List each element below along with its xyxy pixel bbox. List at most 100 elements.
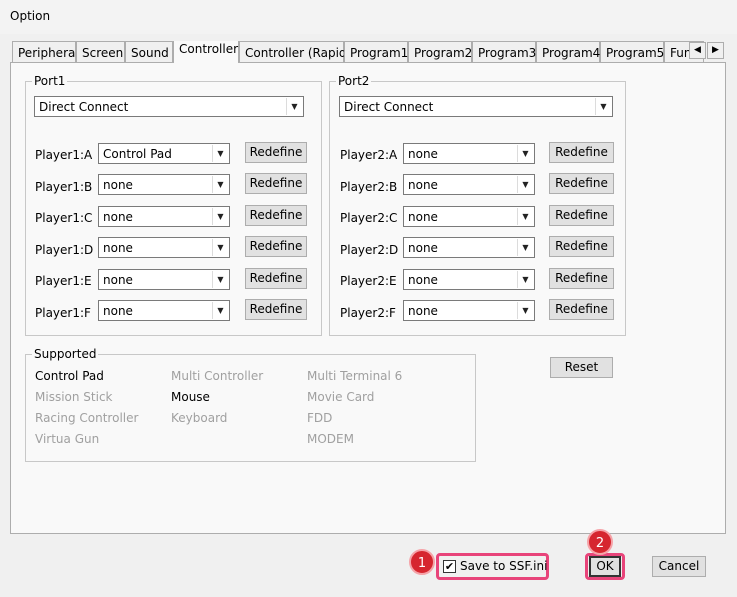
port2-mode-select[interactable]: Direct Connect ▼ xyxy=(339,96,613,117)
player1-b-label: Player1:B xyxy=(35,180,93,194)
player2-d-value: none xyxy=(408,241,438,255)
supported-label: Supported xyxy=(32,347,99,361)
chevron-down-icon: ▼ xyxy=(212,302,228,319)
tab-scroll-left-icon[interactable]: ◀ xyxy=(689,42,706,59)
player1-b-redefine-button[interactable]: Redefine xyxy=(245,173,307,194)
player2-c-label: Player2:C xyxy=(340,211,398,225)
supported-racing-controller: Racing Controller xyxy=(35,411,139,425)
chevron-down-icon: ▼ xyxy=(212,239,228,256)
supported-multi-terminal-6: Multi Terminal 6 xyxy=(307,369,403,383)
reset-button[interactable]: Reset xyxy=(550,357,613,378)
player2-a-label: Player2:A xyxy=(340,148,398,162)
chevron-down-icon: ▼ xyxy=(212,145,228,162)
player1-d-value: none xyxy=(103,241,133,255)
player2-f-select[interactable]: none ▼ xyxy=(403,300,535,321)
port1-mode-select[interactable]: Direct Connect ▼ xyxy=(34,96,304,117)
chevron-down-icon: ▼ xyxy=(517,176,533,193)
player1-a-select[interactable]: Control Pad ▼ xyxy=(98,143,230,164)
supported-modem: MODEM xyxy=(307,432,354,446)
supported-multi-controller: Multi Controller xyxy=(171,369,264,383)
save-checkbox[interactable]: ✔ xyxy=(443,560,456,573)
player2-c-value: none xyxy=(408,210,438,224)
player2-f-redefine-button[interactable]: Redefine xyxy=(549,299,614,320)
player1-d-redefine-button[interactable]: Redefine xyxy=(245,236,307,257)
chevron-down-icon: ▼ xyxy=(212,208,228,225)
port2-mode-value: Direct Connect xyxy=(344,100,434,114)
supported-movie-card: Movie Card xyxy=(307,390,375,404)
player2-e-redefine-button[interactable]: Redefine xyxy=(549,268,614,289)
supported-control-pad: Control Pad xyxy=(35,369,104,383)
player2-e-value: none xyxy=(408,273,438,287)
player2-a-select[interactable]: none ▼ xyxy=(403,143,535,164)
save-checkbox-label[interactable]: Save to SSF.ini xyxy=(460,559,547,573)
tab-scroll-right-icon[interactable]: ▶ xyxy=(707,42,724,59)
player2-b-redefine-button[interactable]: Redefine xyxy=(549,173,614,194)
supported-mouse: Mouse xyxy=(171,390,210,404)
tab-program5[interactable]: Program5 xyxy=(600,41,664,63)
chevron-down-icon: ▼ xyxy=(517,208,533,225)
tab-controller-rapid[interactable]: Controller (Rapid) xyxy=(239,41,351,63)
player1-a-value: Control Pad xyxy=(103,147,172,161)
player1-a-label: Player1:A xyxy=(35,148,93,162)
player1-e-value: none xyxy=(103,273,133,287)
player1-e-redefine-button[interactable]: Redefine xyxy=(245,268,307,289)
player2-f-label: Player2:F xyxy=(340,306,396,320)
supported-fdd: FDD xyxy=(307,411,333,425)
player1-f-select[interactable]: none ▼ xyxy=(98,300,230,321)
window-title: Option xyxy=(10,9,51,23)
cancel-button[interactable]: Cancel xyxy=(652,556,706,577)
chevron-down-icon: ▼ xyxy=(517,239,533,256)
player1-c-value: none xyxy=(103,210,133,224)
tab-scroll-buttons: ◀ ▶ xyxy=(689,42,725,59)
supported-keyboard: Keyboard xyxy=(171,411,228,425)
player1-c-label: Player1:C xyxy=(35,211,93,225)
chevron-down-icon: ▼ xyxy=(517,271,533,288)
annotation-badge-2: 2 xyxy=(587,529,613,555)
player1-e-label: Player1:E xyxy=(35,274,92,288)
port2-label: Port2 xyxy=(336,74,372,88)
player2-a-value: none xyxy=(408,147,438,161)
tab-sound[interactable]: Sound xyxy=(125,41,173,63)
player2-d-redefine-button[interactable]: Redefine xyxy=(549,236,614,257)
chevron-down-icon: ▼ xyxy=(517,302,533,319)
supported-virtua-gun: Virtua Gun xyxy=(35,432,100,446)
player2-a-redefine-button[interactable]: Redefine xyxy=(549,142,614,163)
tab-program3[interactable]: Program3 xyxy=(472,41,536,63)
tab-controller[interactable]: Controller xyxy=(173,41,239,63)
player1-d-select[interactable]: none ▼ xyxy=(98,237,230,258)
port1-mode-value: Direct Connect xyxy=(39,100,129,114)
supported-mission-stick: Mission Stick xyxy=(35,390,113,404)
player2-b-select[interactable]: none ▼ xyxy=(403,174,535,195)
chevron-down-icon: ▼ xyxy=(286,98,302,115)
player1-e-select[interactable]: none ▼ xyxy=(98,269,230,290)
player2-b-value: none xyxy=(408,178,438,192)
tab-program1[interactable]: Program1 xyxy=(344,41,408,63)
tab-peripheral[interactable]: Peripheral xyxy=(12,41,79,63)
tab-strip: Peripheral Screen Sound Controller Contr… xyxy=(12,41,728,63)
tab-screen[interactable]: Screen xyxy=(76,41,125,63)
player1-b-value: none xyxy=(103,178,133,192)
player2-f-value: none xyxy=(408,304,438,318)
player1-c-redefine-button[interactable]: Redefine xyxy=(245,205,307,226)
player1-f-value: none xyxy=(103,304,133,318)
chevron-down-icon: ▼ xyxy=(517,145,533,162)
player1-b-select[interactable]: none ▼ xyxy=(98,174,230,195)
chevron-down-icon: ▼ xyxy=(212,271,228,288)
player2-e-select[interactable]: none ▼ xyxy=(403,269,535,290)
player2-d-label: Player2:D xyxy=(340,243,399,257)
tab-program4[interactable]: Program4 xyxy=(536,41,600,63)
player2-b-label: Player2:B xyxy=(340,180,398,194)
annotation-badge-1: 1 xyxy=(409,549,435,575)
player2-c-redefine-button[interactable]: Redefine xyxy=(549,205,614,226)
player1-c-select[interactable]: none ▼ xyxy=(98,206,230,227)
tab-program2[interactable]: Program2 xyxy=(408,41,472,63)
player1-a-redefine-button[interactable]: Redefine xyxy=(245,142,307,163)
player2-c-select[interactable]: none ▼ xyxy=(403,206,535,227)
player1-f-redefine-button[interactable]: Redefine xyxy=(245,299,307,320)
chevron-down-icon: ▼ xyxy=(595,98,611,115)
player1-d-label: Player1:D xyxy=(35,243,94,257)
player2-d-select[interactable]: none ▼ xyxy=(403,237,535,258)
port1-label: Port1 xyxy=(32,74,68,88)
player2-e-label: Player2:E xyxy=(340,274,397,288)
ok-button[interactable]: OK xyxy=(589,556,621,577)
